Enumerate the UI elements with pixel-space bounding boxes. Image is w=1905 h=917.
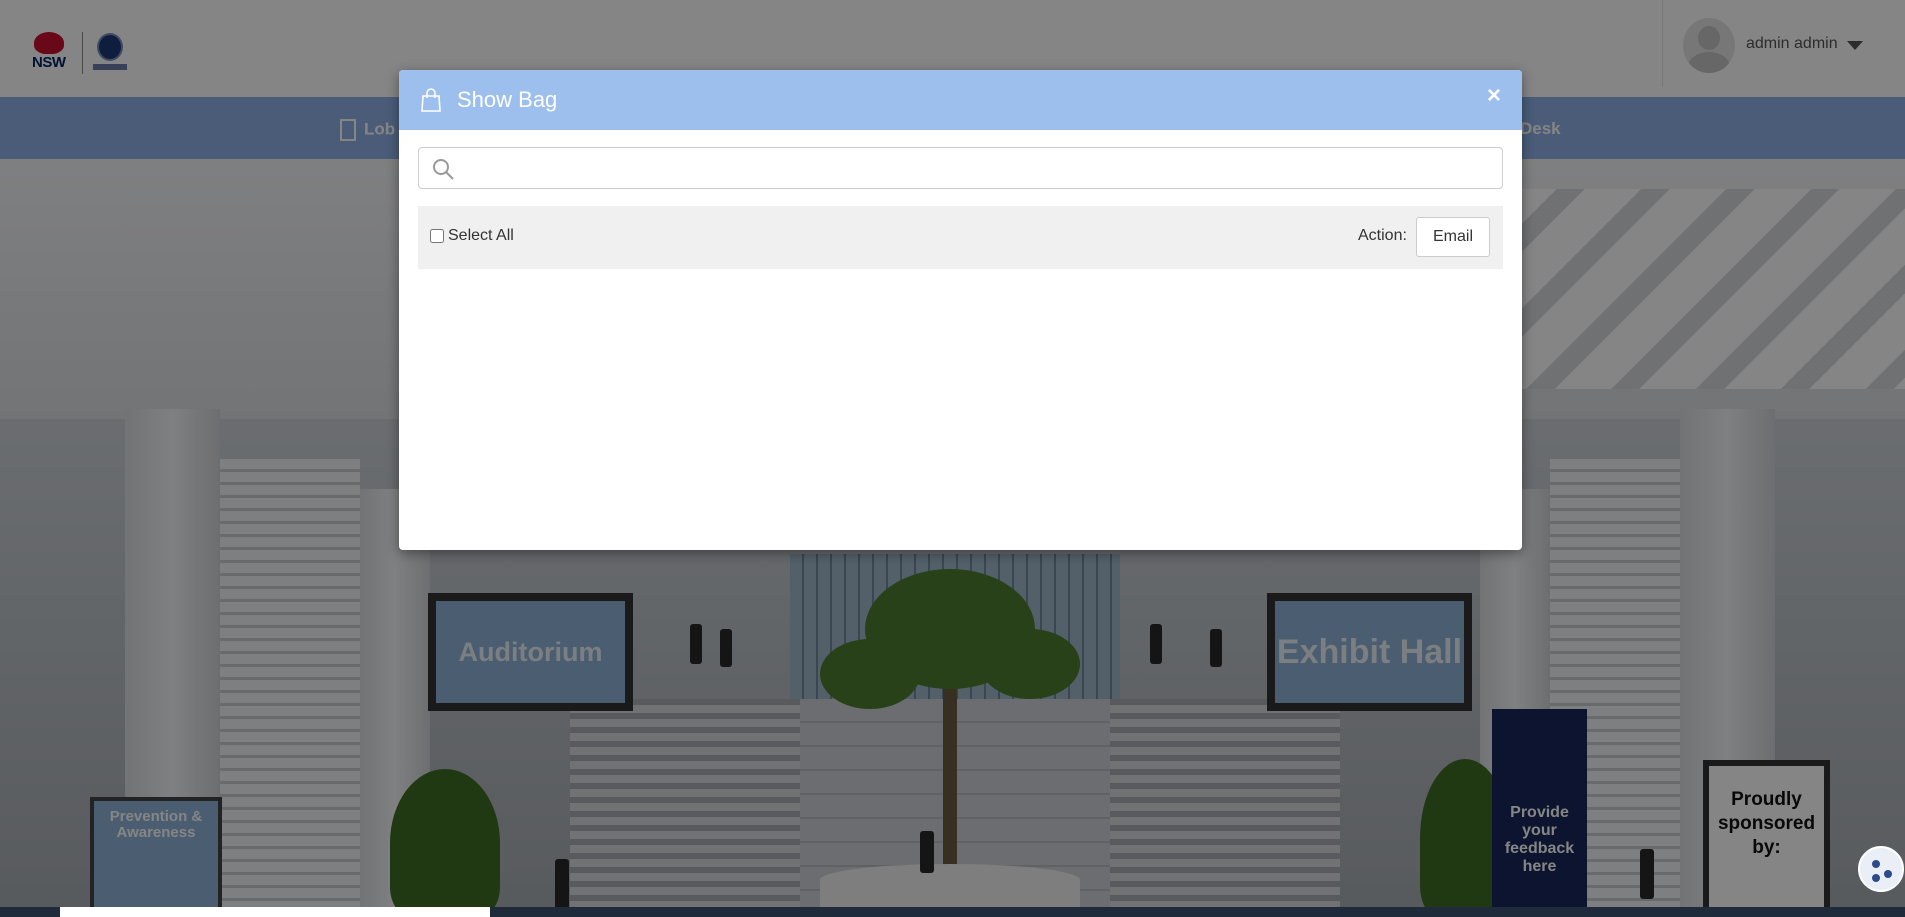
search-icon xyxy=(433,159,454,180)
cookie-settings-icon[interactable] xyxy=(1858,846,1904,892)
bottom-bar-segment xyxy=(60,907,490,917)
select-all-control[interactable]: Select All xyxy=(430,227,514,245)
action-label: Action: xyxy=(1358,227,1407,244)
bottom-bar xyxy=(0,907,1905,917)
email-button[interactable]: Email xyxy=(1416,217,1490,257)
show-bag-modal: Show Bag × Select All Action: Email xyxy=(399,70,1522,550)
shopping-bag-icon xyxy=(421,88,441,112)
cookie-chip xyxy=(1872,874,1880,882)
search-input[interactable] xyxy=(465,150,1499,188)
cookie-chip xyxy=(1872,860,1880,868)
search-field[interactable] xyxy=(418,147,1503,189)
bag-actions-bar: Select All Action: Email xyxy=(418,206,1503,269)
modal-title: Show Bag xyxy=(457,87,558,112)
modal-header: Show Bag × xyxy=(399,70,1522,130)
select-all-label[interactable]: Select All xyxy=(448,227,514,245)
cookie-chip xyxy=(1884,870,1892,878)
select-all-checkbox[interactable] xyxy=(430,229,444,243)
close-icon[interactable]: × xyxy=(1487,82,1501,110)
